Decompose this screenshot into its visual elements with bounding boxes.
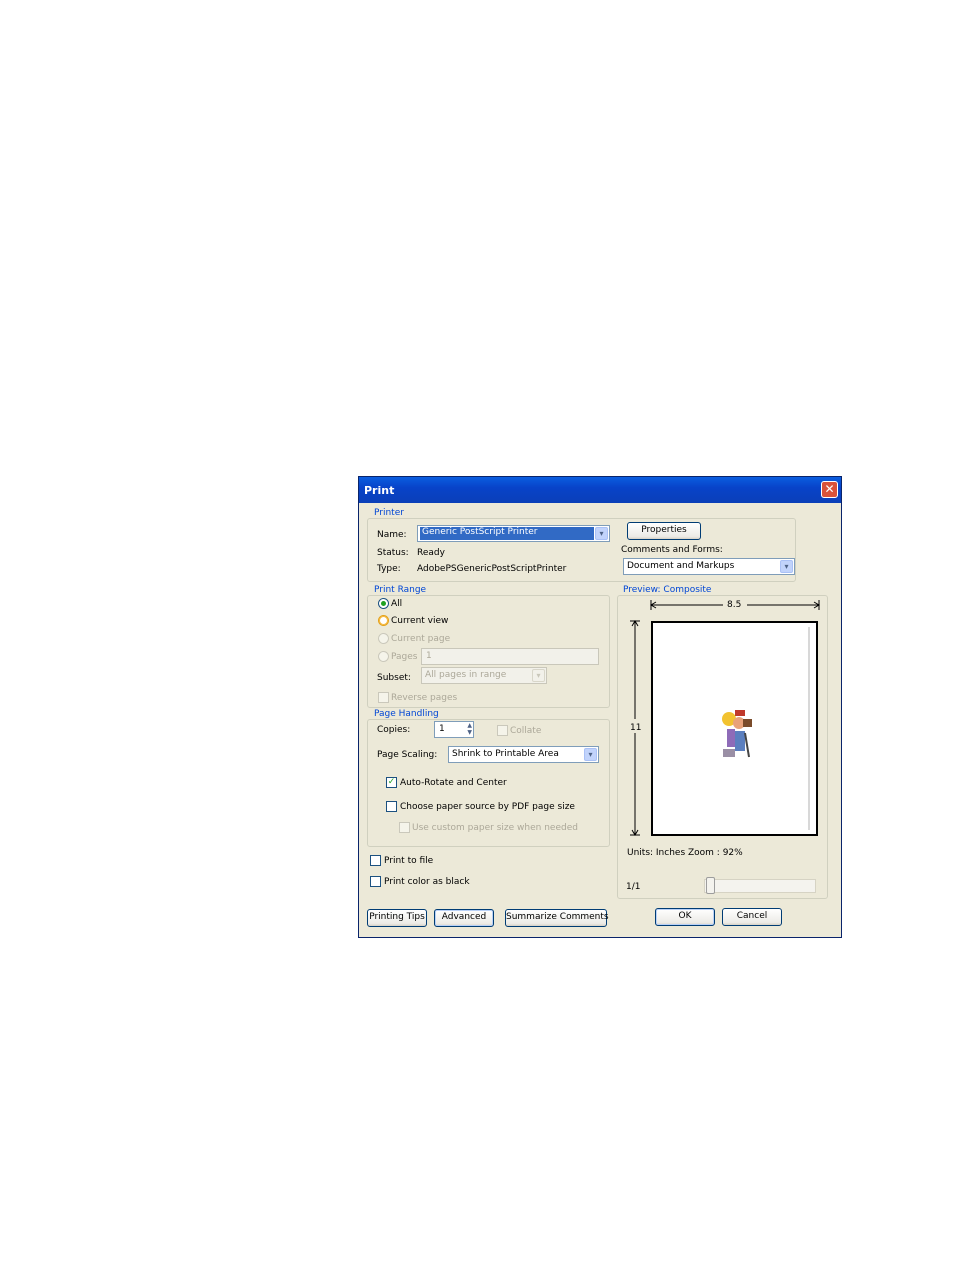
chevron-down-icon[interactable]: ▾ bbox=[780, 560, 793, 573]
reverse-pages-label: Reverse pages bbox=[391, 693, 458, 703]
check-icon: ✓ bbox=[387, 777, 396, 787]
spin-up-icon[interactable]: ▲ bbox=[467, 722, 472, 729]
copies-label: Copies: bbox=[377, 725, 411, 735]
printer-name-value: Generic PostScript Printer bbox=[420, 527, 594, 540]
pages-input[interactable]: 1 bbox=[421, 648, 599, 665]
advanced-button[interactable]: Advanced bbox=[434, 909, 494, 927]
status-value: Ready bbox=[417, 548, 445, 558]
ok-button[interactable]: OK bbox=[655, 908, 715, 926]
page-indicator: 1/1 bbox=[626, 882, 641, 892]
status-label: Status: bbox=[377, 548, 409, 558]
close-icon[interactable]: ✕ bbox=[821, 481, 838, 498]
preview-page-content bbox=[657, 627, 810, 830]
page-scaling-select[interactable]: Shrink to Printable Area ▾ bbox=[448, 746, 599, 763]
print-to-file-checkbox[interactable] bbox=[370, 855, 381, 866]
chevron-down-icon[interactable]: ▾ bbox=[595, 527, 608, 540]
chevron-down-icon[interactable]: ▾ bbox=[532, 669, 545, 682]
dialog-title: Print bbox=[364, 484, 395, 497]
print-color-black-label: Print color as black bbox=[384, 877, 470, 887]
auto-rotate-checkbox[interactable]: ✓ bbox=[386, 777, 397, 788]
page-scaling-label: Page Scaling: bbox=[377, 750, 438, 760]
collate-checkbox[interactable] bbox=[497, 725, 508, 736]
printer-name-select[interactable]: Generic PostScript Printer ▾ bbox=[417, 525, 610, 542]
subset-label: Subset: bbox=[377, 673, 411, 683]
reverse-pages-checkbox[interactable] bbox=[378, 692, 389, 703]
radio-all-label: All bbox=[391, 599, 403, 609]
print-range-label: Print Range bbox=[373, 585, 428, 595]
radio-current-view-label: Current view bbox=[391, 616, 449, 626]
units-zoom-label: Units: Inches Zoom : 92% bbox=[627, 848, 743, 858]
custom-paper-label: Use custom paper size when needed bbox=[412, 823, 578, 833]
page-slider-track[interactable] bbox=[704, 879, 816, 893]
page-slider-thumb[interactable] bbox=[706, 877, 715, 894]
chevron-down-icon[interactable]: ▾ bbox=[584, 748, 597, 761]
subset-select[interactable]: All pages in range ▾ bbox=[421, 667, 547, 684]
print-to-file-label: Print to file bbox=[384, 856, 434, 866]
radio-pages[interactable] bbox=[378, 651, 389, 662]
radio-current-page-label: Current page bbox=[391, 634, 451, 644]
radio-all[interactable] bbox=[378, 598, 389, 609]
radio-current-view[interactable] bbox=[378, 615, 389, 626]
type-value: AdobePSGenericPostScriptPrinter bbox=[417, 564, 567, 574]
summarize-comments-button[interactable]: Summarize Comments bbox=[505, 909, 609, 927]
pages-input-value: 1 bbox=[426, 651, 432, 661]
title-bar[interactable]: Print ✕ bbox=[359, 477, 841, 503]
auto-rotate-label: Auto-Rotate and Center bbox=[400, 778, 507, 788]
print-color-black-checkbox[interactable] bbox=[370, 876, 381, 887]
subset-value: All pages in range bbox=[425, 670, 507, 680]
choose-paper-checkbox[interactable] bbox=[386, 801, 397, 812]
cancel-button[interactable]: Cancel bbox=[722, 908, 782, 926]
comments-forms-value: Document and Markups bbox=[627, 561, 735, 571]
width-label: 8.5 bbox=[727, 600, 742, 610]
preview-illustration bbox=[722, 710, 752, 758]
name-label: Name: bbox=[377, 530, 407, 540]
custom-paper-checkbox[interactable] bbox=[399, 822, 410, 833]
printer-group-label: Printer bbox=[373, 508, 405, 518]
printing-tips-button[interactable]: Printing Tips bbox=[367, 909, 427, 927]
copies-value: 1 bbox=[439, 724, 445, 734]
height-label: 11 bbox=[630, 723, 642, 733]
preview-label: Preview: Composite bbox=[622, 585, 713, 595]
comments-forms-label: Comments and Forms: bbox=[621, 545, 723, 555]
page-handling-label: Page Handling bbox=[373, 709, 440, 719]
comments-forms-select[interactable]: Document and Markups ▾ bbox=[623, 558, 795, 575]
spin-down-icon[interactable]: ▼ bbox=[467, 729, 472, 736]
type-label: Type: bbox=[377, 564, 401, 574]
preview-page bbox=[651, 621, 818, 836]
print-dialog: Print ✕ Printer Name: Generic PostScript… bbox=[358, 476, 842, 938]
choose-paper-label: Choose paper source by PDF page size bbox=[400, 802, 575, 812]
copies-stepper[interactable]: 1 ▲ ▼ bbox=[434, 721, 474, 738]
radio-pages-label: Pages bbox=[391, 652, 418, 662]
properties-button[interactable]: Properties bbox=[627, 522, 701, 540]
page-scaling-value: Shrink to Printable Area bbox=[452, 749, 559, 759]
collate-label: Collate bbox=[510, 726, 542, 736]
radio-current-page[interactable] bbox=[378, 633, 389, 644]
